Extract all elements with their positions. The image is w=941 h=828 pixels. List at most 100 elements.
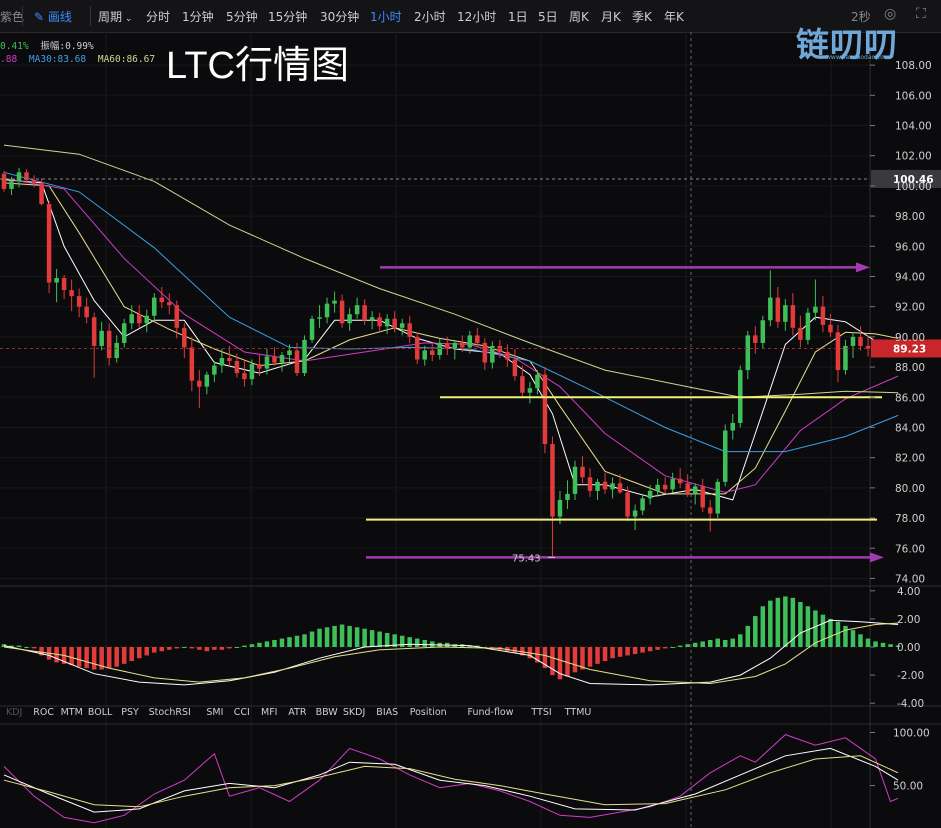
macd-bar bbox=[227, 647, 232, 649]
candle-body bbox=[399, 323, 405, 328]
candle-body bbox=[670, 478, 675, 490]
macd-bar bbox=[760, 606, 766, 647]
indicator-tab-psy[interactable]: PSY bbox=[121, 707, 139, 718]
candle-body bbox=[302, 339, 307, 374]
y-tick-label: 98.00 bbox=[895, 211, 925, 223]
macd-bar bbox=[700, 641, 705, 647]
candle-body bbox=[843, 345, 848, 371]
macd-bar bbox=[707, 639, 713, 647]
indicator-tabs: KDJ ROC MTM BOLL PSY StochRSI SMI CCI MFI ATR BBW S… bbox=[0, 705, 870, 723]
indicator-tab-mfi[interactable]: MFI bbox=[261, 707, 277, 718]
ma-prev-value: .88 bbox=[0, 54, 18, 65]
macd-bar bbox=[768, 600, 773, 647]
candle-body bbox=[317, 317, 322, 319]
candle-body bbox=[264, 356, 270, 369]
macd-bar bbox=[272, 639, 277, 647]
macd-bar bbox=[805, 606, 811, 647]
y-tick-label: 108.00 bbox=[895, 60, 932, 72]
macd-bar bbox=[332, 625, 337, 647]
macd-bar bbox=[587, 647, 593, 667]
macd-bar bbox=[189, 647, 195, 649]
candle-body bbox=[354, 305, 360, 315]
macd-bar bbox=[843, 625, 848, 647]
indicator-tab-boll[interactable]: BOLL bbox=[88, 707, 112, 718]
indicator-tab-roc[interactable]: ROC bbox=[33, 707, 54, 718]
y-tick-label: 94.00 bbox=[895, 271, 925, 283]
candle-body bbox=[384, 318, 390, 327]
y-tick-label: 100.00 bbox=[895, 181, 932, 193]
indicator-tab-ttsi[interactable]: TTSI bbox=[531, 707, 551, 718]
macd-bar bbox=[324, 627, 330, 647]
candle-body bbox=[76, 296, 82, 307]
indicator-tab-stochrsi[interactable]: StochRSI bbox=[149, 707, 191, 718]
candle-body bbox=[858, 336, 863, 346]
price-chart[interactable]: 100.4689.2375.43 108.00106.00104.00102.0… bbox=[0, 0, 941, 828]
macd-bar bbox=[662, 647, 668, 649]
candle-body bbox=[422, 350, 427, 360]
indicator-tab-mtm[interactable]: MTM bbox=[61, 707, 83, 718]
indicator-tab-cci[interactable]: CCI bbox=[234, 707, 250, 718]
candle-body bbox=[715, 481, 720, 514]
candle-body bbox=[84, 306, 89, 318]
candle-body bbox=[197, 380, 202, 387]
macd-bar bbox=[873, 641, 878, 647]
macd-bar bbox=[722, 639, 728, 647]
candle-body bbox=[61, 277, 67, 291]
macd-tick-label: -4.00 bbox=[897, 698, 924, 710]
y-tick-label: 102.00 bbox=[895, 151, 932, 163]
candle-body bbox=[99, 330, 104, 346]
candle-body bbox=[527, 388, 533, 393]
macd-bar bbox=[738, 634, 743, 647]
candle-body bbox=[339, 300, 345, 324]
macd-bar bbox=[69, 647, 74, 666]
macd-bar bbox=[242, 645, 247, 647]
candle-body bbox=[482, 342, 488, 363]
indicator-tab-skdj[interactable]: SKDJ bbox=[343, 707, 365, 718]
macd-bar bbox=[572, 647, 578, 673]
candle-body bbox=[572, 466, 578, 494]
macd-bar bbox=[850, 630, 856, 647]
indicator-tab-kdj[interactable]: KDJ bbox=[6, 707, 22, 718]
indicator-tab-ttmu[interactable]: TTMU bbox=[565, 707, 592, 718]
macd-bar bbox=[625, 647, 630, 656]
candle-body bbox=[54, 277, 59, 283]
candle-body bbox=[129, 314, 134, 324]
candle-body bbox=[550, 444, 555, 517]
candle-body bbox=[602, 481, 608, 490]
macd-bar bbox=[197, 647, 202, 650]
macd-bar bbox=[692, 642, 698, 647]
candle-body bbox=[46, 204, 52, 283]
candle-body bbox=[655, 484, 660, 491]
macd-bar bbox=[182, 647, 187, 648]
candle-body bbox=[9, 181, 14, 189]
candle-body bbox=[783, 305, 788, 322]
low-price-label: 75.43 bbox=[512, 553, 541, 564]
macd-tick-label: 2.00 bbox=[897, 614, 920, 626]
indicator-tab-bbw[interactable]: BBW bbox=[316, 707, 338, 718]
indicator-tab-position[interactable]: Position bbox=[410, 707, 447, 718]
macd-bar bbox=[775, 597, 781, 647]
candle-body bbox=[647, 490, 653, 499]
candle-body bbox=[745, 335, 751, 371]
change-percent: 0.41% bbox=[0, 41, 29, 52]
candle-body bbox=[768, 297, 773, 321]
indicator-tab-bias[interactable]: BIAS bbox=[376, 707, 398, 718]
indicator-tab-atr[interactable]: ATR bbox=[288, 707, 306, 718]
indicator-tab-fund-flow[interactable]: Fund-flow bbox=[468, 707, 514, 718]
macd-bar bbox=[753, 616, 758, 647]
macd-bar bbox=[384, 632, 390, 647]
candle-body bbox=[136, 314, 142, 324]
candle-body bbox=[332, 300, 337, 304]
indicator-tab-smi[interactable]: SMI bbox=[206, 707, 223, 718]
ma30-value: MA30:83.68 bbox=[28, 54, 87, 65]
macd-bar bbox=[302, 634, 307, 647]
candle-body bbox=[174, 305, 180, 328]
candle-body bbox=[234, 361, 240, 374]
macd-bar bbox=[858, 634, 863, 647]
macd-tick-label: -2.00 bbox=[897, 670, 924, 682]
y-tick-label: 80.00 bbox=[895, 483, 925, 495]
candle-body bbox=[242, 373, 247, 380]
macd-bar bbox=[31, 647, 37, 649]
macd-bar bbox=[76, 647, 82, 667]
macd-bar bbox=[655, 647, 660, 650]
